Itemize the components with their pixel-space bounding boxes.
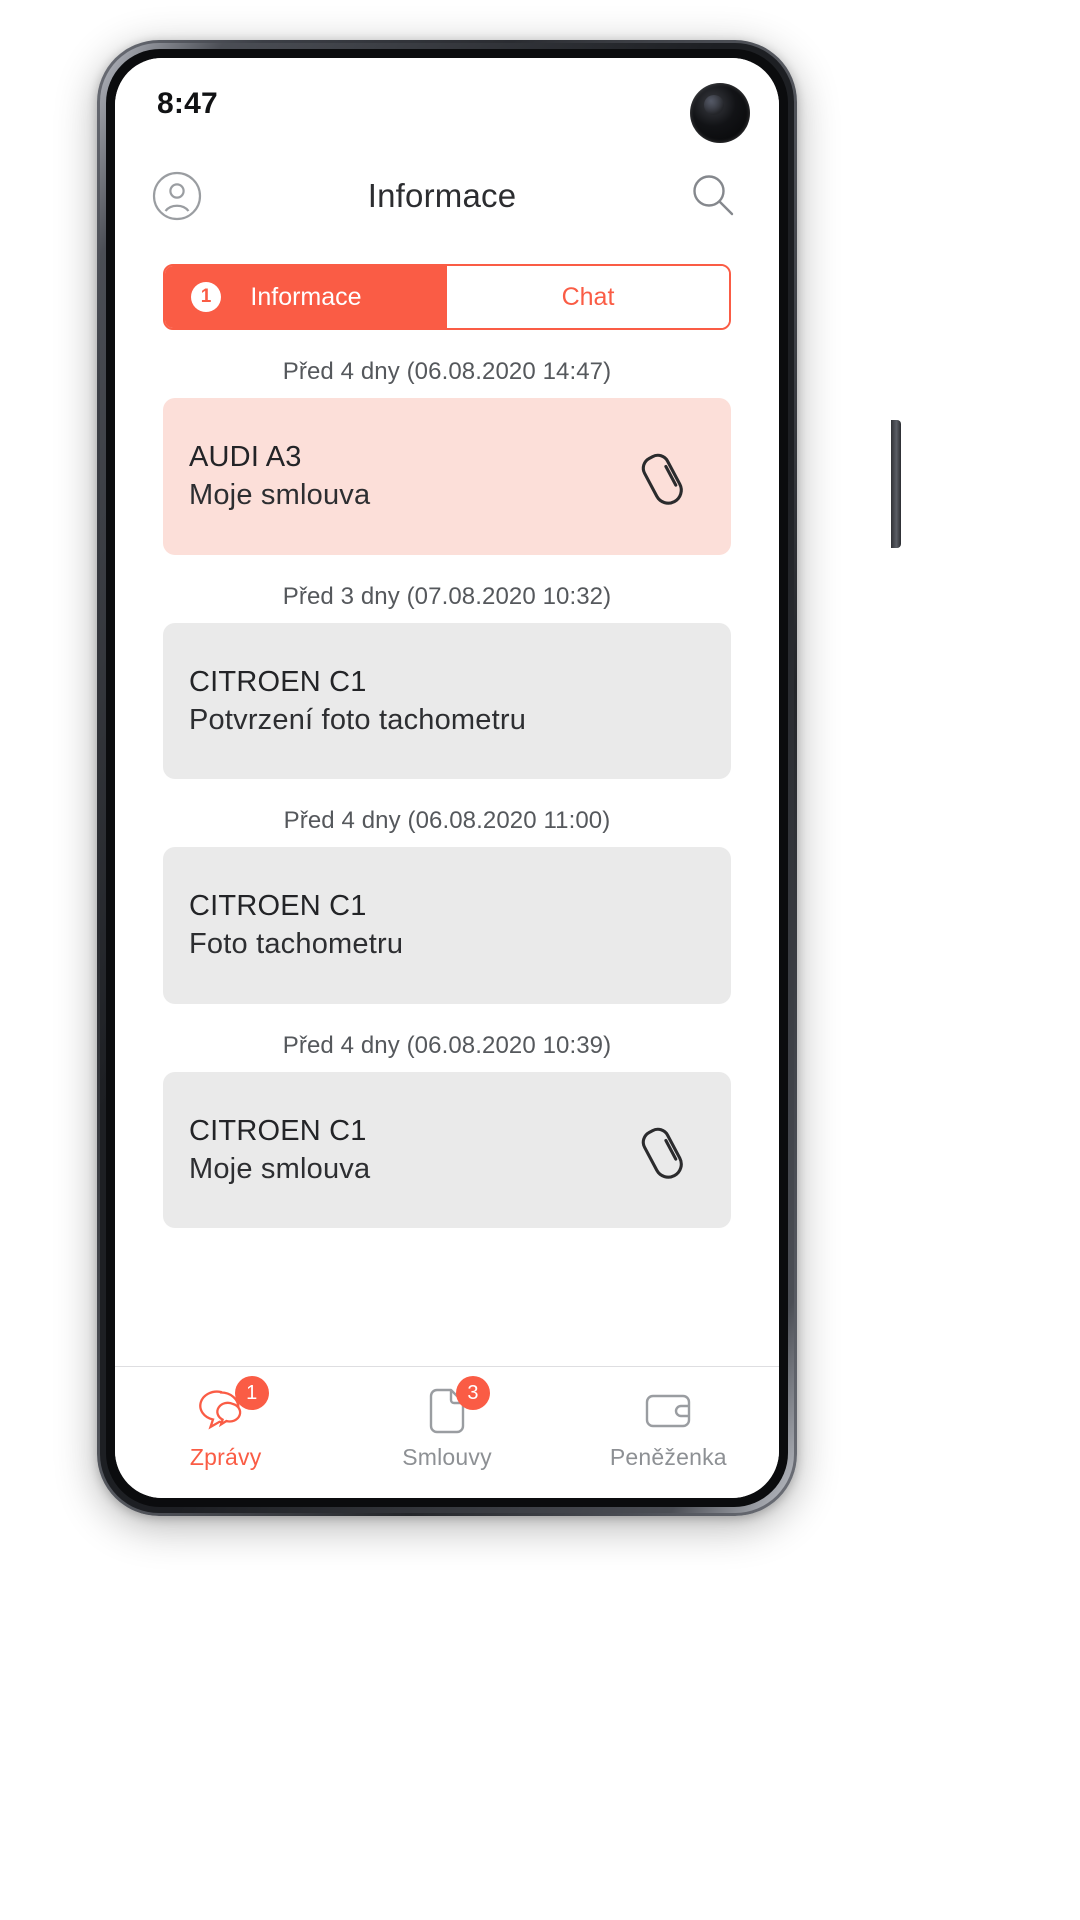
message-text: AUDI A3 Moje smlouva <box>189 438 625 515</box>
tab-informace[interactable]: 1 Informace <box>165 266 447 328</box>
message-subtitle: Moje smlouva <box>189 479 371 512</box>
attachment-slot[interactable] <box>625 1119 701 1181</box>
nav-label-penezenka: Peněženka <box>609 1444 727 1470</box>
message-timestamp: Před 3 dny (07.08.2020 10:32) <box>282 582 612 610</box>
phone-screen: 8:47 Informace 1 Informace Chat Před 4 d… <box>115 58 779 1498</box>
screen-bezel: 8:47 Informace 1 Informace Chat Před 4 d… <box>106 49 788 1507</box>
nav-badge-smlouvy: 3 <box>455 1376 490 1410</box>
search-icon <box>687 170 739 222</box>
bottom-navigation: 1 Zprávy 3 Smlouvy Peněženka <box>115 1366 779 1498</box>
message-timestamp: Před 4 dny (06.08.2020 14:47) <box>282 358 612 385</box>
message-text: CITROEN C1 Foto tachometru <box>189 887 701 964</box>
paperclip-icon <box>632 1119 694 1181</box>
status-bar: 8:47 <box>115 58 779 150</box>
message-title: CITROEN C1 <box>189 890 367 923</box>
tab-chat-label: Chat <box>561 282 615 311</box>
power-button[interactable] <box>891 420 901 548</box>
message-subtitle: Potvrzení foto tachometru <box>189 703 527 736</box>
nav-icon-wrap: 3 <box>416 1376 490 1436</box>
message-block: Před 3 dny (07.08.2020 10:32) CITROEN C1… <box>163 583 731 780</box>
tab-chat[interactable]: Chat <box>447 266 729 328</box>
segmented-tabs-wrap: 1 Informace Chat <box>115 242 779 330</box>
message-title: CITROEN C1 <box>189 665 367 698</box>
nav-icon-wrap: 1 <box>195 1376 269 1436</box>
user-circle-icon <box>151 170 203 222</box>
message-title: CITROEN C1 <box>189 1114 367 1147</box>
message-card[interactable]: CITROEN C1 Foto tachometru <box>163 847 731 1004</box>
status-time: 8:47 <box>157 87 218 120</box>
nav-badge-zpravy: 1 <box>234 1376 269 1410</box>
nav-item-zpravy[interactable]: 1 Zprávy <box>115 1376 336 1471</box>
phone-frame: 8:47 Informace 1 Informace Chat Před 4 d… <box>97 40 901 1516</box>
message-list[interactable]: Před 4 dny (06.08.2020 14:47) AUDI A3 Mo… <box>115 330 779 1366</box>
message-block: Před 4 dny (06.08.2020 10:39) CITROEN C1… <box>163 1032 731 1229</box>
message-card[interactable]: CITROEN C1 Potvrzení foto tachometru <box>163 622 731 780</box>
attachment-slot[interactable] <box>625 445 701 507</box>
nav-icon-wrap <box>637 1386 699 1436</box>
segmented-tabs: 1 Informace Chat <box>163 264 731 330</box>
front-camera <box>690 83 750 143</box>
tab-informace-label: Informace <box>250 282 362 311</box>
message-block: Před 4 dny (06.08.2020 11:00) CITROEN C1… <box>163 807 731 1004</box>
nav-label-zpravy: Zprávy <box>189 1444 262 1470</box>
message-card[interactable]: CITROEN C1 Moje smlouva <box>163 1071 731 1229</box>
paperclip-icon <box>632 445 694 507</box>
message-timestamp: Před 4 dny (06.08.2020 11:00) <box>283 807 611 835</box>
app-root: 8:47 Informace 1 Informace Chat Před 4 d… <box>115 58 779 1498</box>
message-subtitle: Moje smlouva <box>189 1152 371 1185</box>
message-text: CITROEN C1 Potvrzení foto tachometru <box>189 663 701 740</box>
message-timestamp: Před 4 dny (06.08.2020 10:39) <box>282 1031 612 1059</box>
nav-label-smlouvy: Smlouvy <box>402 1444 492 1470</box>
message-card[interactable]: AUDI A3 Moje smlouva <box>163 398 731 555</box>
message-block: Před 4 dny (06.08.2020 14:47) AUDI A3 Mo… <box>163 358 731 555</box>
page-title: Informace <box>367 177 517 214</box>
nav-item-smlouvy[interactable]: 3 Smlouvy <box>336 1376 557 1471</box>
message-text: CITROEN C1 Moje smlouva <box>189 1112 625 1189</box>
message-subtitle: Foto tachometru <box>189 928 404 961</box>
app-bar: Informace <box>115 150 779 242</box>
profile-button[interactable] <box>145 164 209 228</box>
message-title: AUDI A3 <box>189 441 302 473</box>
search-button[interactable] <box>681 164 745 228</box>
wallet-icon <box>643 1390 693 1432</box>
nav-item-penezenka[interactable]: Peněženka <box>558 1386 779 1471</box>
screenshot-stage: 8:47 Informace 1 Informace Chat Před 4 d… <box>0 0 1080 1920</box>
tab-informace-badge: 1 <box>191 282 221 312</box>
